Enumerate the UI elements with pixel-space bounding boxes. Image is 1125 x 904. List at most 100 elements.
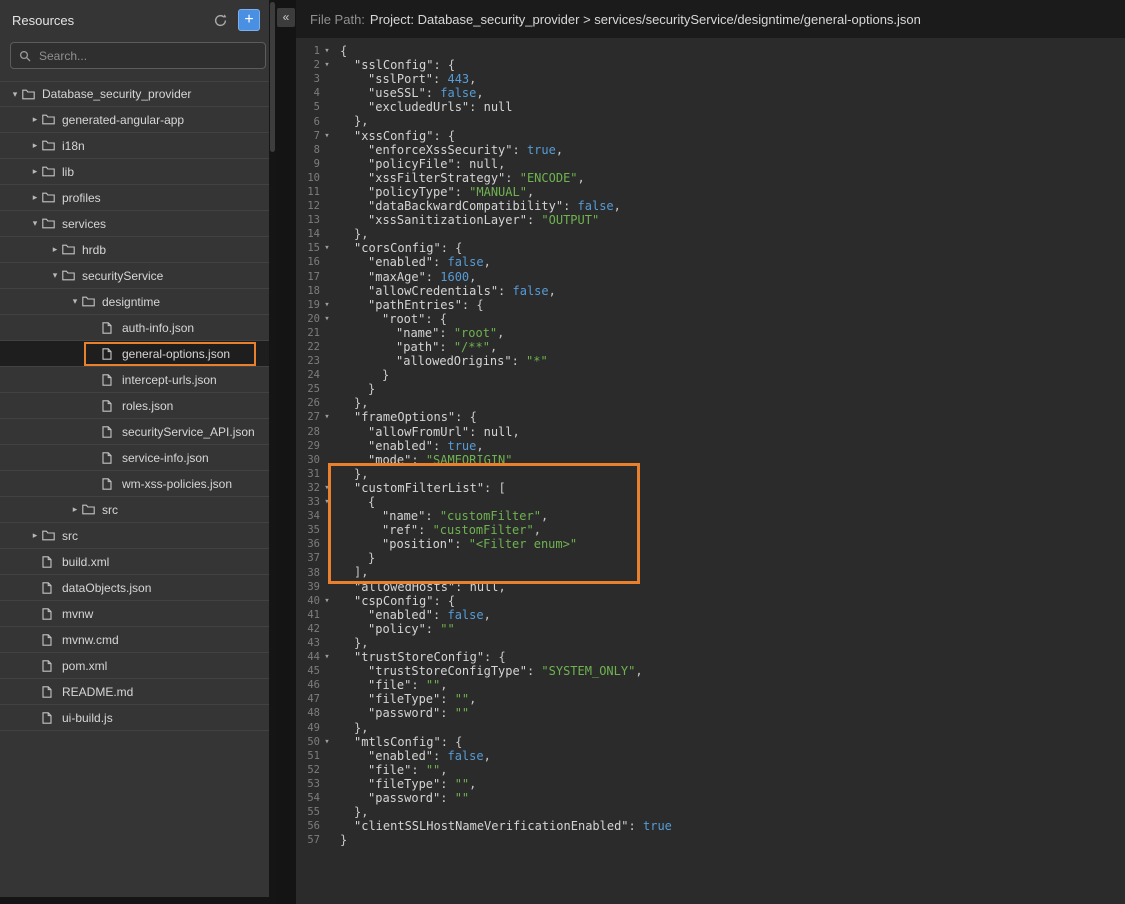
chevron-down-icon[interactable]: ▾ (48, 270, 62, 281)
tree-item-services[interactable]: ▾services (0, 211, 269, 237)
chevron-right-icon[interactable]: ▸ (28, 166, 42, 177)
code-line-33[interactable]: { (334, 495, 1125, 509)
code-line-16[interactable]: "enabled": false, (334, 255, 1125, 269)
tree-item-dataobjects-json[interactable]: dataObjects.json (0, 575, 269, 601)
code-line-13[interactable]: "xssSanitizationLayer": "OUTPUT" (334, 213, 1125, 227)
code-line-46[interactable]: "file": "", (334, 678, 1125, 692)
code-line-56[interactable]: "clientSSLHostNameVerificationEnabled": … (334, 819, 1125, 833)
tree-item-wm-xss-policies-json[interactable]: wm-xss-policies.json (0, 471, 269, 497)
fold-toggle-icon[interactable]: ▾ (320, 300, 334, 310)
code-line-6[interactable]: }, (334, 114, 1125, 128)
code-line-21[interactable]: "name": "root", (334, 326, 1125, 340)
tree-item-securityservice[interactable]: ▾securityService (0, 263, 269, 289)
tree-scrollbar-vertical[interactable] (269, 0, 276, 904)
code-lines[interactable]: {"sslConfig": {"sslPort": 443,"useSSL": … (334, 38, 1125, 904)
code-line-1[interactable]: { (334, 44, 1125, 58)
code-line-7[interactable]: "xssConfig": { (334, 129, 1125, 143)
code-line-52[interactable]: "file": "", (334, 763, 1125, 777)
fold-toggle-icon[interactable]: ▾ (320, 314, 334, 324)
code-line-32[interactable]: "customFilterList": [ (334, 481, 1125, 495)
fold-toggle-icon[interactable]: ▾ (320, 243, 334, 253)
fold-toggle-icon[interactable]: ▾ (320, 497, 334, 507)
code-line-24[interactable]: } (334, 368, 1125, 382)
code-line-54[interactable]: "password": "" (334, 791, 1125, 805)
code-line-48[interactable]: "password": "" (334, 706, 1125, 720)
search-input-wrapper[interactable] (10, 42, 266, 69)
code-line-29[interactable]: "enabled": true, (334, 439, 1125, 453)
code-line-27[interactable]: "frameOptions": { (334, 410, 1125, 424)
code-line-30[interactable]: "mode": "SAMEORIGIN" (334, 453, 1125, 467)
tree-item-mvnw[interactable]: mvnw (0, 601, 269, 627)
tree-item-hrdb[interactable]: ▸hrdb (0, 237, 269, 263)
tree-item-intercept-urls-json[interactable]: intercept-urls.json (0, 367, 269, 393)
tree-item-securityservice-api-json[interactable]: securityService_API.json (0, 419, 269, 445)
tree-item-mvnw-cmd[interactable]: mvnw.cmd (0, 627, 269, 653)
code-line-36[interactable]: "position": "<Filter enum>" (334, 537, 1125, 551)
code-line-22[interactable]: "path": "/**", (334, 340, 1125, 354)
code-line-53[interactable]: "fileType": "", (334, 777, 1125, 791)
code-line-39[interactable]: "allowedHosts": null, (334, 580, 1125, 594)
code-line-34[interactable]: "name": "customFilter", (334, 509, 1125, 523)
tree-item-profiles[interactable]: ▸profiles (0, 185, 269, 211)
chevron-right-icon[interactable]: ▸ (28, 140, 42, 151)
refresh-icon[interactable] (211, 11, 229, 29)
fold-toggle-icon[interactable]: ▾ (320, 131, 334, 141)
tree-item-general-options-json[interactable]: general-options.json (0, 341, 269, 367)
chevron-down-icon[interactable]: ▾ (68, 296, 82, 307)
code-line-9[interactable]: "policyFile": null, (334, 157, 1125, 171)
code-line-55[interactable]: }, (334, 805, 1125, 819)
tree-scrollbar-horizontal[interactable] (0, 897, 269, 904)
code-line-26[interactable]: }, (334, 396, 1125, 410)
code-line-5[interactable]: "excludedUrls": null (334, 100, 1125, 114)
chevron-right-icon[interactable]: ▸ (28, 114, 42, 125)
code-line-14[interactable]: }, (334, 227, 1125, 241)
code-line-11[interactable]: "policyType": "MANUAL", (334, 185, 1125, 199)
fold-toggle-icon[interactable]: ▾ (320, 652, 334, 662)
tree-item-pom-xml[interactable]: pom.xml (0, 653, 269, 679)
code-line-50[interactable]: "mtlsConfig": { (334, 735, 1125, 749)
code-line-3[interactable]: "sslPort": 443, (334, 72, 1125, 86)
code-line-20[interactable]: "root": { (334, 312, 1125, 326)
fold-toggle-icon[interactable]: ▾ (320, 483, 334, 493)
code-line-17[interactable]: "maxAge": 1600, (334, 270, 1125, 284)
code-line-23[interactable]: "allowedOrigins": "*" (334, 354, 1125, 368)
collapse-panel-button[interactable]: « (277, 8, 295, 27)
code-line-57[interactable]: } (334, 833, 1125, 847)
chevron-right-icon[interactable]: ▸ (28, 530, 42, 541)
tree-item-auth-info-json[interactable]: auth-info.json (0, 315, 269, 341)
code-line-19[interactable]: "pathEntries": { (334, 298, 1125, 312)
fold-toggle-icon[interactable]: ▾ (320, 46, 334, 56)
code-line-35[interactable]: "ref": "customFilter", (334, 523, 1125, 537)
code-line-40[interactable]: "cspConfig": { (334, 594, 1125, 608)
code-line-37[interactable]: } (334, 551, 1125, 565)
code-line-28[interactable]: "allowFromUrl": null, (334, 425, 1125, 439)
tree-item-designtime[interactable]: ▾designtime (0, 289, 269, 315)
tree-item-service-info-json[interactable]: service-info.json (0, 445, 269, 471)
chevron-right-icon[interactable]: ▸ (28, 192, 42, 203)
tree-item-database-security-provider[interactable]: ▾Database_security_provider (0, 81, 269, 107)
code-line-43[interactable]: }, (334, 636, 1125, 650)
tree-item-src[interactable]: ▸src (0, 497, 269, 523)
tree-item-generated-angular-app[interactable]: ▸generated-angular-app (0, 107, 269, 133)
fold-toggle-icon[interactable]: ▾ (320, 596, 334, 606)
code-line-47[interactable]: "fileType": "", (334, 692, 1125, 706)
chevron-down-icon[interactable]: ▾ (8, 89, 22, 100)
code-line-44[interactable]: "trustStoreConfig": { (334, 650, 1125, 664)
tree-item-ui-build-js[interactable]: ui-build.js (0, 705, 269, 731)
tree-item-readme-md[interactable]: README.md (0, 679, 269, 705)
tree-item-src[interactable]: ▸src (0, 523, 269, 549)
add-resource-button[interactable]: + (238, 9, 260, 31)
code-line-45[interactable]: "trustStoreConfigType": "SYSTEM_ONLY", (334, 664, 1125, 678)
code-line-4[interactable]: "useSSL": false, (334, 86, 1125, 100)
fold-toggle-icon[interactable]: ▾ (320, 60, 334, 70)
code-line-41[interactable]: "enabled": false, (334, 608, 1125, 622)
scrollbar-thumb[interactable] (270, 2, 275, 152)
code-line-42[interactable]: "policy": "" (334, 622, 1125, 636)
code-line-12[interactable]: "dataBackwardCompatibility": false, (334, 199, 1125, 213)
code-line-18[interactable]: "allowCredentials": false, (334, 284, 1125, 298)
code-line-15[interactable]: "corsConfig": { (334, 241, 1125, 255)
fold-toggle-icon[interactable]: ▾ (320, 412, 334, 422)
chevron-right-icon[interactable]: ▸ (48, 244, 62, 255)
code-line-10[interactable]: "xssFilterStrategy": "ENCODE", (334, 171, 1125, 185)
code-line-8[interactable]: "enforceXssSecurity": true, (334, 143, 1125, 157)
